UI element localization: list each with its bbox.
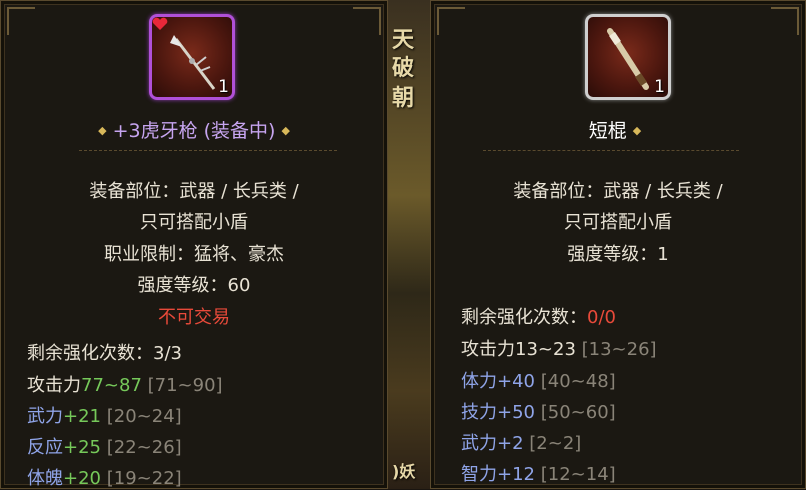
stat-value: +50 xyxy=(497,402,535,423)
equipped-item-tooltip: 1 ◆ +3虎牙枪 (装备中) ◆ 装备部位：武器 / 长兵类 / 只可搭配小盾 职… xyxy=(0,0,388,489)
item-name: ◆ +3虎牙枪 (装备中) ◆ xyxy=(1,116,387,143)
bg-char: 破 xyxy=(392,56,415,81)
stat-value: 77~87 xyxy=(81,375,142,396)
item-icon-slot[interactable]: 1 xyxy=(149,14,235,100)
equip-restriction-line: 只可搭配小盾 xyxy=(564,212,672,233)
stat-range: [19~22] xyxy=(106,468,182,489)
stat-value: +2 xyxy=(497,433,524,454)
stat-value: +21 xyxy=(63,406,101,427)
bg-char: )妖 xyxy=(392,462,416,481)
item-icon-slot[interactable]: 1 xyxy=(585,14,671,100)
item-name-text: 短棍 xyxy=(588,120,627,142)
stat-name: 攻击力13~23 xyxy=(461,339,576,360)
stat-range: [13~26] xyxy=(581,339,657,360)
diamond-icon: ◆ xyxy=(632,124,642,137)
diamond-icon: ◆ xyxy=(98,124,107,137)
stat-value: +25 xyxy=(63,437,101,458)
stat-value: +12 xyxy=(497,464,535,485)
stat-name: 武力 xyxy=(27,406,63,427)
frame-corner xyxy=(437,7,465,35)
frame-corner xyxy=(771,7,799,35)
divider xyxy=(483,150,739,151)
compare-item-tooltip: 1 短棍 ◆ 装备部位：武器 / 长兵类 / 只可搭配小盾 强度等级：1 剩余强化… xyxy=(430,0,806,489)
stat-row: 反应+25 [22~26] xyxy=(27,433,182,459)
stat-row: 智力+12 [12~14] xyxy=(461,460,616,486)
stat-range: [22~26] xyxy=(106,437,182,458)
stat-range: [50~60] xyxy=(540,402,616,423)
stat-row: 武力+2 [2~2] xyxy=(461,429,581,455)
stat-name: 技力 xyxy=(461,402,497,423)
frame-corner xyxy=(353,7,381,35)
frame-corner xyxy=(7,7,35,35)
divider xyxy=(79,150,337,151)
enhance-label: 剩余强化次数： xyxy=(27,343,153,364)
enhance-count: 剩余强化次数：0/0 xyxy=(461,303,616,329)
stat-name: 反应 xyxy=(27,437,63,458)
item-quantity: 1 xyxy=(218,77,229,97)
stat-row: 攻击力77~87 [71~90] xyxy=(27,371,223,397)
item-name-text: +3虎牙枪 (装备中) xyxy=(112,120,276,142)
stat-name: 智力 xyxy=(461,464,497,485)
stat-range: [20~24] xyxy=(106,406,182,427)
stat-range: [40~48] xyxy=(540,371,616,392)
stat-range: [71~90] xyxy=(147,375,223,396)
stat-name: 体魄 xyxy=(27,468,63,489)
stat-row: 体力+40 [40~48] xyxy=(461,367,616,393)
enhance-count: 剩余强化次数：3/3 xyxy=(27,339,182,365)
strength-level-line: 强度等级：60 xyxy=(137,275,251,296)
stat-name: 武力 xyxy=(461,433,497,454)
equip-slot-line: 装备部位：武器 / 长兵类 / xyxy=(89,181,299,202)
equip-restriction-line: 只可搭配小盾 xyxy=(140,212,248,233)
diamond-icon: ◆ xyxy=(281,124,290,137)
heart-icon xyxy=(152,17,168,30)
stat-row: 武力+21 [20~24] xyxy=(27,402,182,428)
game-background: 天 破 朝 )妖 xyxy=(388,0,430,489)
stat-range: [2~2] xyxy=(529,433,582,454)
stat-value: +40 xyxy=(497,371,535,392)
equip-slot-line: 装备部位：武器 / 长兵类 / xyxy=(513,181,723,202)
enhance-value: 0/0 xyxy=(587,307,616,328)
stat-name: 攻击力 xyxy=(27,375,81,396)
stat-value: +20 xyxy=(63,468,101,489)
item-name: 短棍 ◆ xyxy=(431,116,805,143)
strength-level-line: 强度等级：1 xyxy=(567,244,669,265)
class-restriction-line: 职业限制：猛将、豪杰 xyxy=(104,244,284,265)
enhance-value: 3/3 xyxy=(153,343,182,364)
stat-row: 技力+50 [50~60] xyxy=(461,398,616,424)
bg-char: 朝 xyxy=(392,86,415,111)
untradable-label: 不可交易 xyxy=(158,307,230,328)
stat-row: 攻击力13~23 [13~26] xyxy=(461,335,657,361)
stat-row: 体魄+20 [19~22] xyxy=(27,464,182,490)
stat-range: [12~14] xyxy=(540,464,616,485)
enhance-label: 剩余强化次数： xyxy=(461,307,587,328)
item-quantity: 1 xyxy=(654,77,665,97)
stat-name: 体力 xyxy=(461,371,497,392)
